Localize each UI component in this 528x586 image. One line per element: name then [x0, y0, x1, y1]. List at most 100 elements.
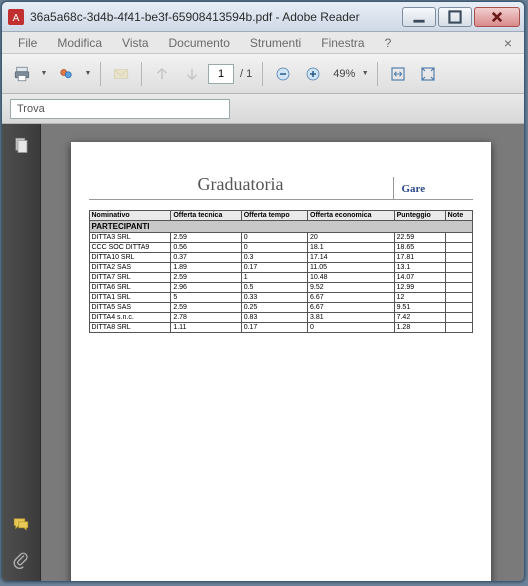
find-bar: [2, 94, 524, 124]
page-total-label: / 1: [236, 68, 256, 80]
fit-page-button[interactable]: [414, 60, 442, 88]
table-cell: DITTA3 SRL: [89, 233, 171, 243]
table-cell: DITTA1 SRL: [89, 293, 171, 303]
toolbar-separator: [141, 62, 142, 86]
table-cell: DITTA5 SAS: [89, 303, 171, 313]
window-title: 36a5a68c-3d4b-4f41-be3f-65908413594b.pdf…: [30, 10, 402, 24]
table-cell: 2.96: [171, 283, 241, 293]
zoom-in-button[interactable]: [299, 60, 327, 88]
table-row: CCC SOC DITTA90.56018.118.65: [89, 243, 472, 253]
table-cell: 0.25: [241, 303, 307, 313]
table-cell: DITTA2 SAS: [89, 263, 171, 273]
table-cell: 0.56: [171, 243, 241, 253]
table-cell: [445, 253, 472, 263]
col-offerta-economica: Offerta economica: [308, 211, 395, 221]
table-cell: 0.37: [171, 253, 241, 263]
toolbar-separator: [262, 62, 263, 86]
table-row: DITTA6 SRL2.960.59.5212.99: [89, 283, 472, 293]
table-row: DITTA1 SRL50.336.6712: [89, 293, 472, 303]
partecipanti-table: PARTECIPANTI Nominativo Offerta tecnica …: [89, 210, 473, 333]
table-cell: 13.1: [394, 263, 445, 273]
pdf-page: Graduatoria Gare PARTECIPANTI Nominativo…: [71, 142, 491, 581]
minimize-button[interactable]: [402, 7, 436, 27]
menu-help[interactable]: ?: [375, 34, 402, 52]
table-cell: 0.83: [241, 313, 307, 323]
table-header-row: Nominativo Offerta tecnica Offerta tempo…: [89, 211, 472, 221]
table-row: DITTA10 SRL0.370.317.1417.81: [89, 253, 472, 263]
table-cell: 0.33: [241, 293, 307, 303]
zoom-dropdown-icon[interactable]: ▼: [359, 70, 371, 77]
col-nominativo: Nominativo: [89, 211, 171, 221]
page-number-input[interactable]: [208, 64, 234, 84]
doc-title: Graduatoria: [89, 174, 393, 200]
col-offerta-tempo: Offerta tempo: [241, 211, 307, 221]
table-cell: [445, 293, 472, 303]
app-icon: A: [8, 9, 24, 25]
table-cell: 17.14: [308, 253, 395, 263]
table-cell: 18.65: [394, 243, 445, 253]
menu-strumenti[interactable]: Strumenti: [240, 34, 311, 52]
fit-width-button[interactable]: [384, 60, 412, 88]
table-row: DITTA3 SRL2.5902022.59: [89, 233, 472, 243]
table-cell: [445, 233, 472, 243]
attachments-panel-icon[interactable]: [10, 549, 32, 571]
table-cell: 10.48: [308, 273, 395, 283]
table-cell: 17.81: [394, 253, 445, 263]
toolbar-separator: [100, 62, 101, 86]
toolbar-separator: [377, 62, 378, 86]
table-cell: [445, 323, 472, 333]
table-cell: 11.05: [308, 263, 395, 273]
table-cell: DITTA10 SRL: [89, 253, 171, 263]
menu-vista[interactable]: Vista: [112, 34, 158, 52]
doc-gare-link[interactable]: Gare: [393, 177, 473, 200]
table-cell: 6.67: [308, 303, 395, 313]
table-cell: [445, 273, 472, 283]
print-dropdown-icon[interactable]: ▼: [38, 70, 50, 77]
table-cell: DITTA8 SRL: [89, 323, 171, 333]
table-cell: 2.78: [171, 313, 241, 323]
zoom-out-button[interactable]: [269, 60, 297, 88]
table-cell: 20: [308, 233, 395, 243]
table-cell: CCC SOC DITTA9: [89, 243, 171, 253]
svg-text:A: A: [13, 13, 20, 24]
print-button[interactable]: [8, 60, 36, 88]
table-row: DITTA2 SAS1.890.1711.0513.1: [89, 263, 472, 273]
maximize-button[interactable]: [438, 7, 472, 27]
nav-sidebar: [2, 124, 40, 581]
table-cell: 0.17: [241, 263, 307, 273]
menu-modifica[interactable]: Modifica: [47, 34, 112, 52]
collab-dropdown-icon[interactable]: ▼: [82, 70, 94, 77]
document-area[interactable]: Graduatoria Gare PARTECIPANTI Nominativo…: [40, 124, 524, 581]
table-cell: [445, 283, 472, 293]
menu-finestra[interactable]: Finestra: [311, 34, 374, 52]
toolbar: ▼ ▼ / 1 49% ▼: [2, 54, 524, 94]
menubar-close-icon[interactable]: ×: [498, 35, 518, 51]
close-button[interactable]: [474, 7, 520, 27]
table-cell: 7.42: [394, 313, 445, 323]
table-cell: 12.99: [394, 283, 445, 293]
menu-bar: File Modifica Vista Documento Strumenti …: [2, 32, 524, 54]
table-cell: 1.28: [394, 323, 445, 333]
table-cell: DITTA7 SRL: [89, 273, 171, 283]
title-bar: A 36a5a68c-3d4b-4f41-be3f-65908413594b.p…: [2, 2, 524, 32]
collab-button[interactable]: [52, 60, 80, 88]
find-input[interactable]: [10, 99, 230, 119]
pages-panel-icon[interactable]: [10, 134, 32, 156]
email-button: [107, 60, 135, 88]
table-cell: DITTA4 s.n.c.: [89, 313, 171, 323]
col-punteggio: Punteggio: [394, 211, 445, 221]
table-cell: 2.59: [171, 273, 241, 283]
menu-file[interactable]: File: [8, 34, 47, 52]
table-cell: 2.59: [171, 303, 241, 313]
table-cell: 0: [241, 233, 307, 243]
table-cell: 0.3: [241, 253, 307, 263]
table-row: DITTA7 SRL2.59110.4814.07: [89, 273, 472, 283]
table-row: DITTA8 SRL1.110.1701.28: [89, 323, 472, 333]
table-cell: 5: [171, 293, 241, 303]
comments-panel-icon[interactable]: [10, 513, 32, 535]
table-cell: DITTA6 SRL: [89, 283, 171, 293]
table-cell: [445, 263, 472, 273]
table-row: DITTA5 SAS2.590.256.679.51: [89, 303, 472, 313]
menu-documento[interactable]: Documento: [159, 34, 240, 52]
workspace: Graduatoria Gare PARTECIPANTI Nominativo…: [2, 124, 524, 581]
